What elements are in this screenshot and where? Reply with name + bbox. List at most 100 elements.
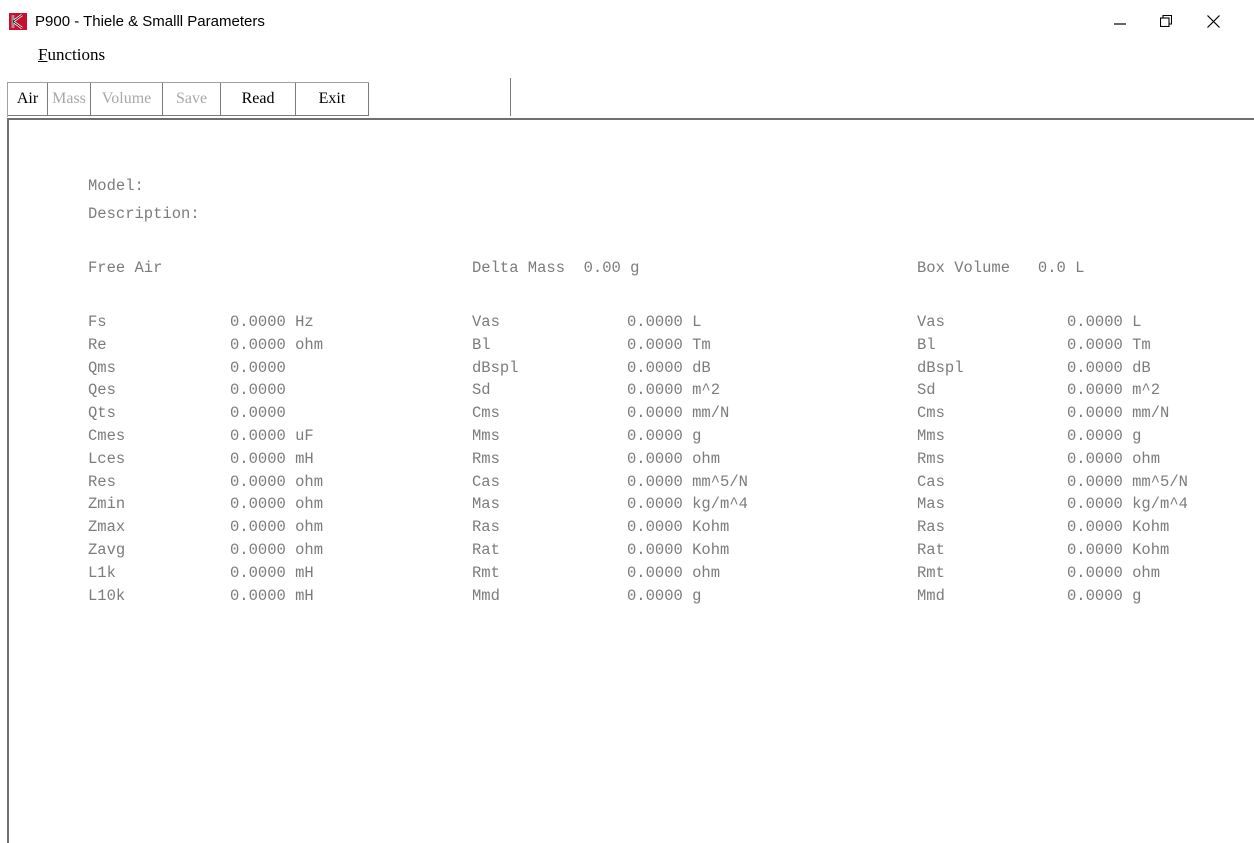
app-window: P900 - Thiele & Smalll Parameters Functi… [0, 0, 1254, 843]
toolbar-divider [510, 78, 511, 116]
box-volume-param-row: Mas 0.0000 kg/m^4 [917, 495, 1247, 518]
volume-button[interactable]: Volume [91, 83, 163, 116]
delta-mass-column: Vas 0.0000 L Bl 0.0000 Tm dBspl 0.0000 dB Sd 0.… [472, 313, 872, 609]
param-name: Re [88, 335, 107, 354]
free-air-param-row: Res 0.0000 ohm [88, 473, 388, 496]
exit-button[interactable]: Exit [296, 83, 369, 116]
param-value: 0.0000 ohm [230, 518, 324, 537]
param-name: Rmt [917, 563, 945, 582]
param-value: 0.0000 kg/m^4 [1067, 495, 1188, 514]
param-name: Rms [472, 449, 500, 468]
param-value: 0.0000 ohm [230, 335, 324, 354]
box-volume-column: Vas 0.0000 L Bl 0.0000 Tm dBspl 0.0000 dB Sd 0.… [917, 313, 1247, 609]
param-name: Cas [917, 472, 945, 491]
param-value: 0.0000 mm/N [627, 404, 730, 423]
param-value: 0.0000 ohm [627, 449, 721, 468]
menu-functions[interactable]: Functions [38, 45, 105, 65]
box-volume-param-row: Mms 0.0000 g [917, 427, 1247, 450]
param-name: Mms [917, 426, 945, 445]
param-name: Mmd [917, 586, 945, 605]
param-name: Zmin [88, 495, 126, 514]
free-air-param-row: Fs 0.0000 Hz [88, 313, 388, 336]
param-value: 0.0000 Kohm [627, 540, 730, 559]
param-name: L1k [88, 563, 116, 582]
param-value: 0.0000 g [1067, 426, 1142, 445]
delta-mass-param-row: Rmt 0.0000 ohm [472, 564, 872, 587]
param-value: 0.0000 ohm [230, 495, 324, 514]
free-air-param-row: Lces 0.0000 mH [88, 450, 388, 473]
param-value: 0.0000 g [627, 426, 702, 445]
mass-button[interactable]: Mass [48, 83, 91, 116]
param-value: 0.0000 ohm [230, 472, 324, 491]
free-air-param-row: Cmes 0.0000 uF [88, 427, 388, 450]
param-value: 0.0000 Hz [230, 313, 314, 331]
param-name: Vas [472, 313, 500, 331]
air-button[interactable]: Air [8, 83, 48, 116]
param-value: 0.0000 dB [1067, 358, 1151, 377]
param-value: 0.0000 mm^5/N [1067, 472, 1188, 491]
box-volume-param-row: Vas 0.0000 L [917, 313, 1247, 336]
delta-mass-param-row: Bl 0.0000 Tm [472, 336, 872, 359]
delta-mass-param-row: Cas 0.0000 mm^5/N [472, 473, 872, 496]
param-name: Ras [472, 518, 500, 537]
param-value: 0.0000 L [1067, 313, 1142, 331]
param-value: 0.0000 ohm [1067, 563, 1161, 582]
box-volume-param-row: Cms 0.0000 mm/N [917, 404, 1247, 427]
title-bar[interactable]: P900 - Thiele & Smalll Parameters [0, 0, 1254, 42]
delta-mass-param-row: Sd 0.0000 m^2 [472, 381, 872, 404]
param-name: Qms [88, 358, 116, 377]
minimize-button[interactable] [1097, 0, 1143, 42]
param-name: Mmd [472, 586, 500, 605]
box-volume-param-row: Sd 0.0000 m^2 [917, 381, 1247, 404]
window-title: P900 - Thiele & Smalll Parameters [35, 13, 265, 30]
minimize-icon [1114, 23, 1126, 25]
save-button[interactable]: Save [163, 83, 221, 116]
close-button[interactable] [1190, 0, 1236, 42]
box-volume-param-row: Mmd 0.0000 g [917, 587, 1247, 610]
param-name: Sd [472, 381, 491, 400]
free-air-param-row: Re 0.0000 ohm [88, 336, 388, 359]
close-icon [1206, 14, 1220, 28]
param-name: Sd [917, 381, 936, 400]
free-air-param-row: Zmin 0.0000 ohm [88, 495, 388, 518]
param-value: 0.0000 ohm [1067, 449, 1161, 468]
param-name: L10k [88, 586, 126, 605]
param-name: Ras [917, 518, 945, 537]
box-volume-param-row: dBspl 0.0000 dB [917, 359, 1247, 382]
delta-mass-param-row: dBspl 0.0000 dB [472, 359, 872, 382]
parameters-panel: Model: Description: Free Air Delta Mass … [7, 118, 1254, 843]
param-value: 0.0000 kg/m^4 [627, 495, 748, 514]
param-value: 0.0000 m^2 [1067, 381, 1161, 400]
menu-bar: Functions [0, 42, 1254, 68]
free-air-param-row: Zmax 0.0000 ohm [88, 518, 388, 541]
param-value: 0.0000 ohm [230, 540, 324, 559]
restore-button[interactable] [1143, 0, 1189, 42]
free-air-heading: Free Air [88, 259, 163, 277]
app-logo-icon [9, 13, 27, 30]
delta-mass-param-row: Mas 0.0000 kg/m^4 [472, 495, 872, 518]
param-value: 0.0000 [230, 381, 286, 400]
param-value: 0.0000 g [1067, 586, 1142, 605]
free-air-param-row: L10k 0.0000 mH [88, 587, 388, 610]
param-value: 0.0000 Tm [1067, 335, 1151, 354]
box-volume-param-row: Rat 0.0000 Kohm [917, 541, 1247, 564]
param-name: Rmt [472, 563, 500, 582]
delta-mass-heading: Delta Mass 0.00 g [472, 259, 640, 277]
param-value: 0.0000 uF [230, 426, 314, 445]
param-name: Bl [917, 335, 936, 354]
param-value: 0.0000 L [627, 313, 702, 331]
free-air-param-row: Qes 0.0000 [88, 381, 388, 404]
delta-mass-param-row: Mmd 0.0000 g [472, 587, 872, 610]
free-air-param-row: Zavg 0.0000 ohm [88, 541, 388, 564]
param-name: Qes [88, 381, 116, 400]
free-air-param-row: Qms 0.0000 [88, 359, 388, 382]
toolbar: Air Mass Volume Save Read Exit [7, 82, 369, 117]
param-name: Mas [917, 495, 945, 514]
delta-mass-param-row: Cms 0.0000 mm/N [472, 404, 872, 427]
param-value: 0.0000 mH [230, 563, 314, 582]
param-value: 0.0000 Tm [627, 335, 711, 354]
param-name: Qts [88, 404, 116, 423]
description-label: Description: [88, 205, 200, 223]
read-button[interactable]: Read [221, 83, 296, 116]
param-value: 0.0000 dB [627, 358, 711, 377]
